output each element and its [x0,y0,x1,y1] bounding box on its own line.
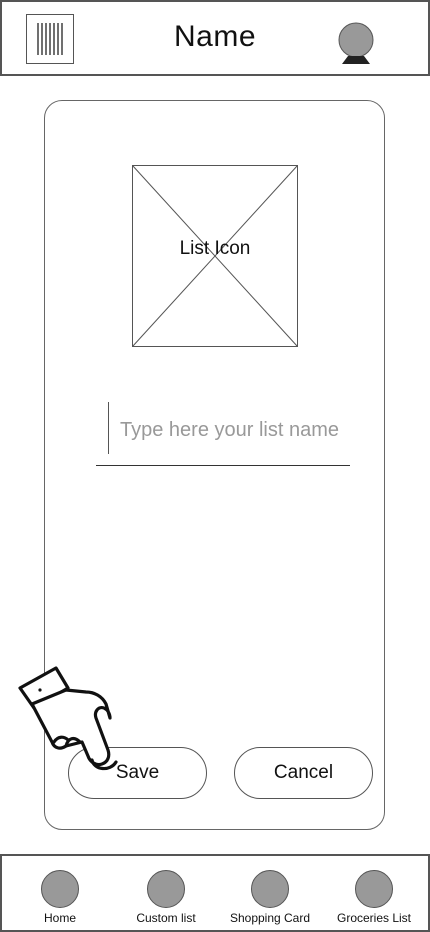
bottom-nav: Home Custom list Shopping Card Groceries… [0,854,430,932]
nav-item-home[interactable]: Home [10,870,110,930]
nav-item-shopping-card[interactable]: Shopping Card [220,870,320,930]
list-name-input[interactable] [120,410,346,450]
list-icon-label: List Icon [179,238,251,259]
circle-icon [355,870,393,908]
cancel-button[interactable]: Cancel [234,747,373,799]
user-avatar-icon[interactable] [336,22,376,66]
list-name-field[interactable] [96,400,350,466]
nav-label: Shopping Card [229,911,311,925]
input-underline [96,465,350,466]
nav-item-custom-list[interactable]: Custom list [116,870,216,930]
pointing-hand-icon [14,662,130,778]
nav-label: Groceries List [336,911,412,925]
circle-icon [147,870,185,908]
text-caret [108,402,109,454]
nav-label: Custom list [136,911,196,925]
circle-icon [251,870,289,908]
nav-label: Home [43,911,76,925]
app-header: Name [0,0,430,76]
circle-icon [41,870,79,908]
nav-item-groceries-list[interactable]: Groceries List [324,870,424,930]
